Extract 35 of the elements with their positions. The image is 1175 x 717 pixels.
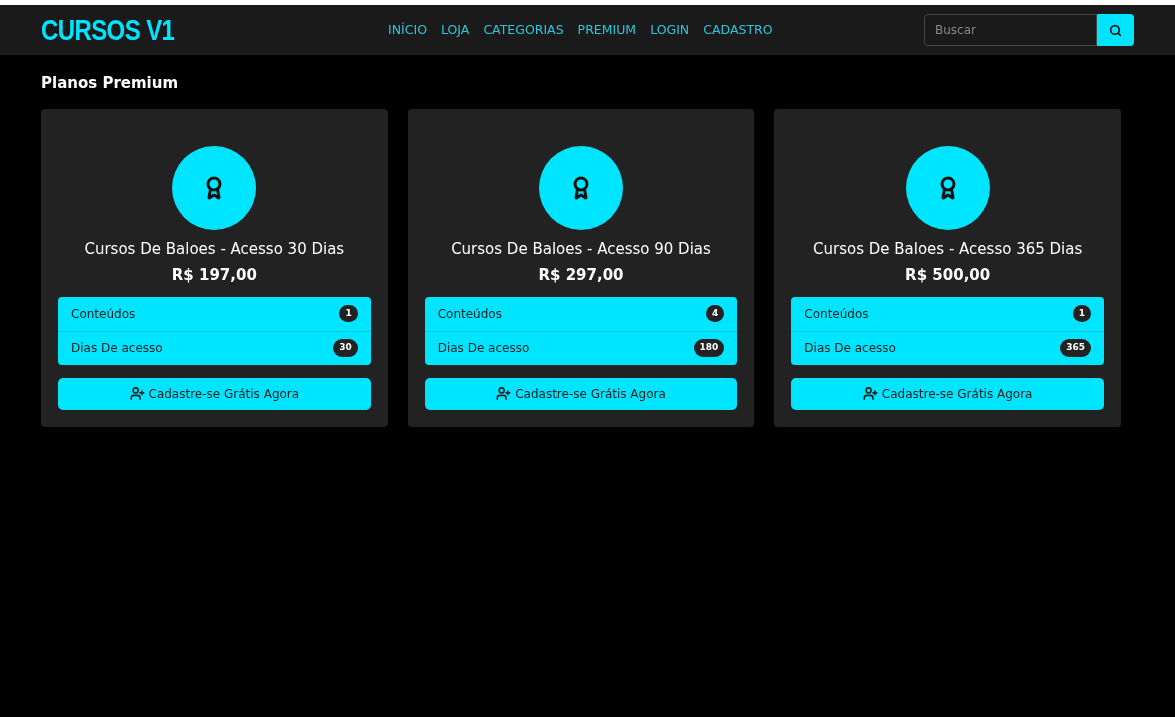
- nav-link[interactable]: PREMIUM: [577, 20, 637, 40]
- stat-label: Dias De acesso: [437, 340, 530, 357]
- page-heading: Planos Premium: [41, 73, 180, 94]
- signup-button[interactable]: Cadastre-se Grátis Agora: [58, 377, 371, 410]
- stat-label: Dias De acesso: [71, 340, 163, 357]
- signup-button[interactable]: Cadastre-se Grátis Agora: [791, 377, 1104, 410]
- count-badge: 1: [1072, 304, 1091, 323]
- plan-price: R$ 500,00: [905, 265, 991, 286]
- stat-label: Dias De acesso: [804, 340, 896, 357]
- nav-link[interactable]: INÍCIO: [388, 20, 427, 40]
- stat-label: Conteúdos: [71, 305, 136, 323]
- count-badge: 180: [693, 339, 725, 357]
- search-field[interactable]: Buscar: [924, 14, 1097, 46]
- plan-title: Cursos De Baloes - Acesso 365 Dias: [813, 238, 1083, 260]
- nav-link[interactable]: LOGIN: [650, 20, 690, 40]
- nav-link[interactable]: LOJA: [441, 20, 470, 40]
- brand-logo[interactable]: CURSOS V1: [41, 7, 371, 53]
- signup-button[interactable]: Cadastre-se Grátis Agora: [424, 377, 738, 410]
- count-badge: 365: [1060, 339, 1091, 357]
- user-plus-icon: [496, 386, 512, 401]
- nav-link[interactable]: CADASTRO: [703, 20, 773, 40]
- stat-label: Conteúdos: [437, 305, 502, 323]
- user-plus-icon: [862, 386, 878, 401]
- stat-label: Conteúdos: [804, 305, 869, 323]
- plan-title: Cursos De Baloes - Acesso 30 Dias: [84, 238, 345, 260]
- count-badge: 4: [706, 304, 725, 323]
- user-plus-icon: [129, 386, 145, 401]
- count-badge: 1: [339, 304, 358, 323]
- plan-title: Cursos De Baloes - Acesso 90 Dias: [451, 238, 711, 260]
- nav-link[interactable]: CATEGORIAS: [483, 20, 564, 40]
- search-button[interactable]: [1097, 14, 1134, 46]
- plan-price: R$ 297,00: [538, 265, 624, 286]
- count-badge: 30: [333, 339, 358, 357]
- search-icon: [1109, 23, 1122, 37]
- plan-price: R$ 197,00: [171, 265, 257, 286]
